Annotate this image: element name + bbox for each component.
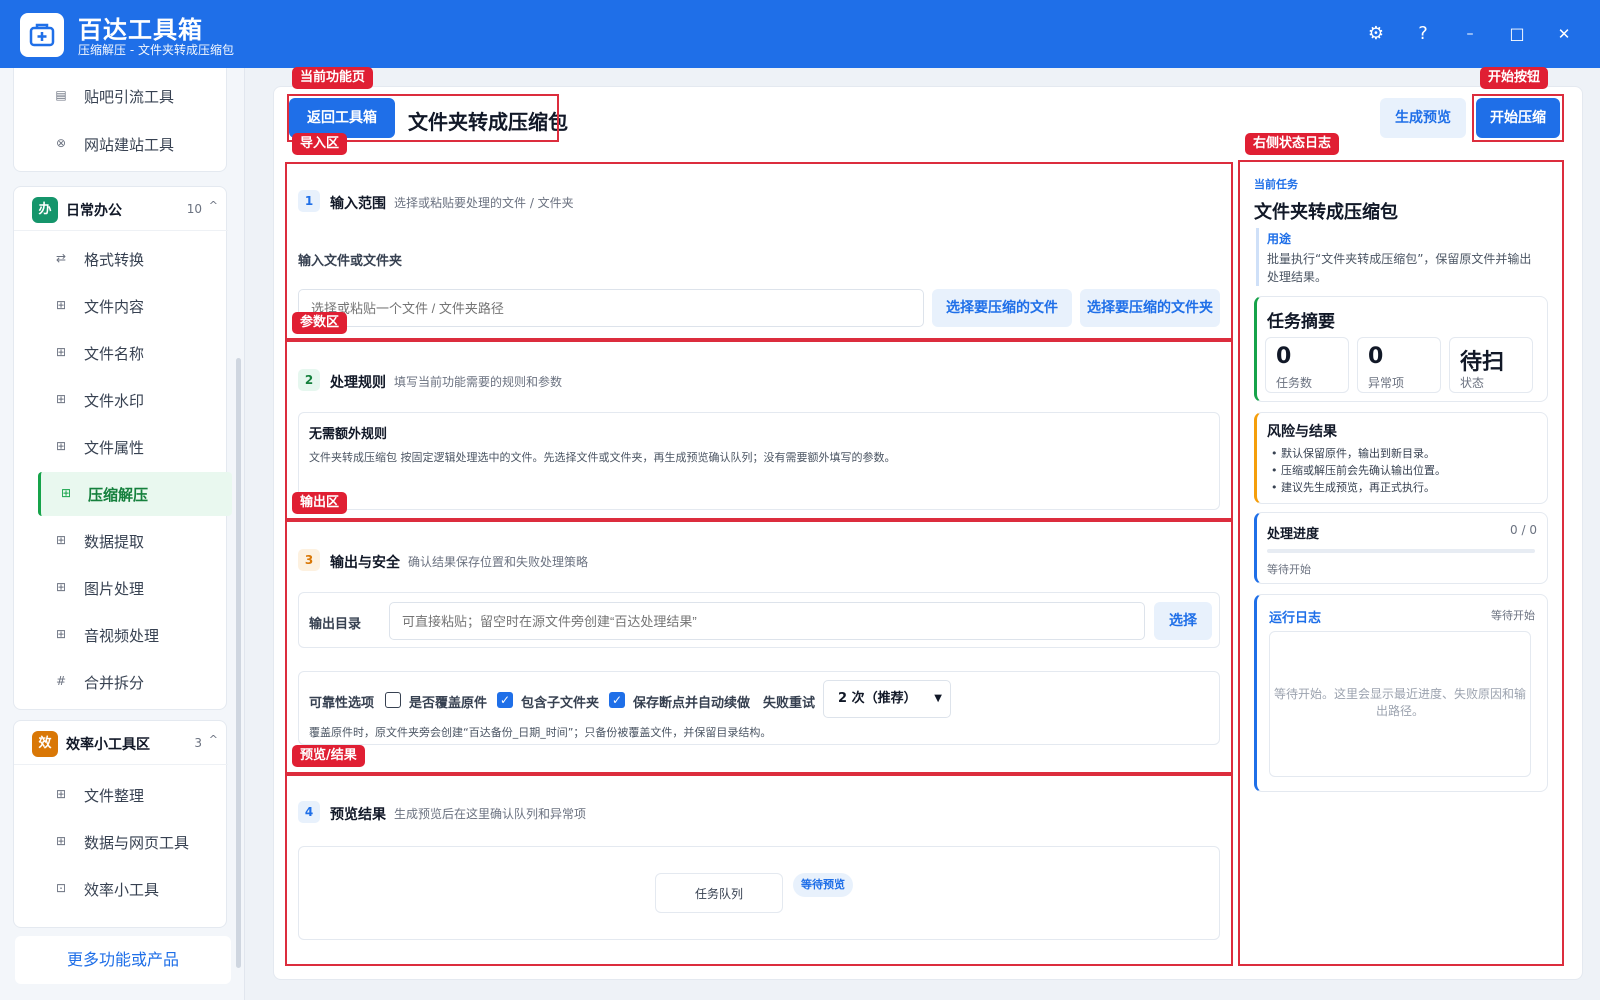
sidebar-group-tools: 效 效率小工具区 3 ^ ⊞ 文件整理 ⊞ 数据与网页工具 ⊡ 效率小工具 — [13, 720, 228, 928]
settings-icon[interactable]: ⚙ — [1364, 22, 1388, 46]
chevron-up-icon[interactable]: ^ — [209, 733, 218, 746]
grid-icon: ⊞ — [55, 392, 67, 406]
more-products-link[interactable]: 更多功能或产品 — [15, 936, 231, 984]
sidebar-item-merge[interactable]: # 合并拆分 — [14, 660, 228, 704]
group-header-tools[interactable]: 效 效率小工具区 3 ^ — [14, 721, 228, 765]
sidebar-item-extract[interactable]: ⊞ 数据提取 — [14, 519, 228, 563]
sidebar-item-label: 图片处理 — [84, 580, 145, 598]
group-title: 日常办公 — [66, 203, 122, 219]
sidebar-item-data-web[interactable]: ⊞ 数据与网页工具 — [14, 820, 228, 864]
annotation-tag: 预览/结果 — [292, 745, 365, 767]
annotation-box-preview — [285, 774, 1233, 966]
minimize-icon[interactable]: – — [1458, 22, 1482, 46]
sidebar-item-label: 效率小工具 — [84, 881, 160, 899]
sidebar-item-label: 压缩解压 — [88, 486, 149, 504]
grid-icon: ⊞ — [55, 627, 67, 641]
sidebar-item-label: 文件名称 — [84, 345, 145, 363]
annotation-box-output — [285, 520, 1233, 774]
close-icon[interactable]: ✕ — [1552, 22, 1576, 46]
grid-icon: ⊞ — [55, 439, 67, 453]
sidebar-item-label: 音视频处理 — [84, 627, 160, 645]
sidebar-item-attributes[interactable]: ⊞ 文件属性 — [14, 425, 228, 469]
annotation-tag: 参数区 — [292, 312, 348, 334]
globe-icon: ⊗ — [55, 136, 67, 150]
sidebar-item-compress[interactable]: ⊞ 压缩解压 — [38, 472, 232, 516]
sidebar: ▤ 贴吧引流工具 ⊗ 网站建站工具 办 日常办公 10 ^ ⇄ 格式转换 ⊞ 文件内… — [0, 68, 245, 1000]
help-icon[interactable]: ? — [1411, 22, 1435, 46]
annotation-tag: 右侧状态日志 — [1245, 133, 1340, 155]
sidebar-item-watermark[interactable]: ⊞ 文件水印 — [14, 378, 228, 422]
grid-icon: ⊞ — [55, 787, 67, 801]
hash-icon: # — [55, 674, 67, 688]
sidebar-item-label: 格式转换 — [84, 251, 145, 269]
group-count: 3 — [194, 736, 202, 750]
sidebar-scrollbar[interactable] — [236, 358, 241, 968]
annotation-tag: 输出区 — [292, 492, 348, 514]
annotation-tag: 开始按钮 — [1480, 67, 1549, 89]
sidebar-item-image[interactable]: ⊞ 图片处理 — [14, 566, 228, 610]
annotation-box-start-button — [1472, 94, 1564, 142]
sidebar-item-label: 文件内容 — [84, 298, 145, 316]
sidebar-item-media[interactable]: ⊞ 音视频处理 — [14, 613, 228, 657]
grid-icon: ⊞ — [55, 298, 67, 312]
sidebar-item-label: 文件属性 — [84, 439, 145, 457]
sidebar-item-organize[interactable]: ⊞ 文件整理 — [14, 773, 228, 817]
group-header-office[interactable]: 办 日常办公 10 ^ — [14, 187, 228, 231]
sidebar-item-label: 合并拆分 — [84, 674, 145, 692]
annotation-box-import — [285, 162, 1233, 340]
toolbox-icon: ⊡ — [55, 881, 67, 895]
sidebar-item-format[interactable]: ⇄ 格式转换 — [14, 237, 228, 281]
sidebar-group-office: 办 日常办公 10 ^ ⇄ 格式转换 ⊞ 文件内容 ⊞ 文件名称 ⊞ 文件水印 ⊞ 文件属… — [13, 186, 232, 710]
post-icon: ▤ — [55, 88, 67, 102]
annotation-tag: 当前功能页 — [292, 67, 374, 89]
group-title: 效率小工具区 — [66, 737, 150, 753]
annotation-box-log — [1238, 160, 1564, 966]
app-subtitle: 压缩解压 - 文件夹转成压缩包 — [78, 43, 234, 57]
app-title: 百达工具箱 — [78, 16, 203, 44]
sidebar-group-marketing: ▤ 贴吧引流工具 ⊗ 网站建站工具 — [13, 68, 227, 172]
sidebar-item-efficiency[interactable]: ⊡ 效率小工具 — [14, 867, 228, 911]
sidebar-item-label: 文件整理 — [84, 787, 145, 805]
title-bar: 百达工具箱 压缩解压 - 文件夹转成压缩包 ⚙ ? – □ ✕ — [0, 0, 1600, 68]
toolbox-logo-icon — [20, 13, 64, 57]
preview-button[interactable]: 生成预览 — [1380, 98, 1466, 138]
group-badge: 办 — [32, 197, 58, 223]
group-badge: 效 — [32, 731, 58, 757]
grid-icon: ⊞ — [60, 486, 72, 500]
sidebar-item-label: 文件水印 — [84, 392, 145, 410]
annotation-tag: 导入区 — [292, 133, 348, 155]
grid-icon: ⊞ — [55, 533, 67, 547]
sidebar-item-content[interactable]: ⊞ 文件内容 — [14, 284, 228, 328]
group-count: 10 — [186, 202, 202, 216]
swap-icon: ⇄ — [55, 251, 67, 265]
annotation-box-params — [285, 340, 1233, 520]
grid-icon: ⊞ — [55, 345, 67, 359]
sidebar-item-filename[interactable]: ⊞ 文件名称 — [14, 331, 228, 375]
chevron-up-icon[interactable]: ^ — [209, 199, 218, 212]
maximize-icon[interactable]: □ — [1505, 22, 1529, 46]
sidebar-item-website[interactable]: ⊗ 网站建站工具 — [14, 122, 228, 166]
sidebar-item-label: 网站建站工具 — [84, 136, 175, 154]
grid-icon: ⊞ — [55, 834, 67, 848]
sidebar-item-label: 贴吧引流工具 — [84, 88, 175, 106]
sidebar-item-tieba[interactable]: ▤ 贴吧引流工具 — [14, 74, 228, 118]
sidebar-item-label: 数据提取 — [84, 533, 145, 551]
sidebar-item-label: 数据与网页工具 — [84, 834, 190, 852]
grid-icon: ⊞ — [55, 580, 67, 594]
